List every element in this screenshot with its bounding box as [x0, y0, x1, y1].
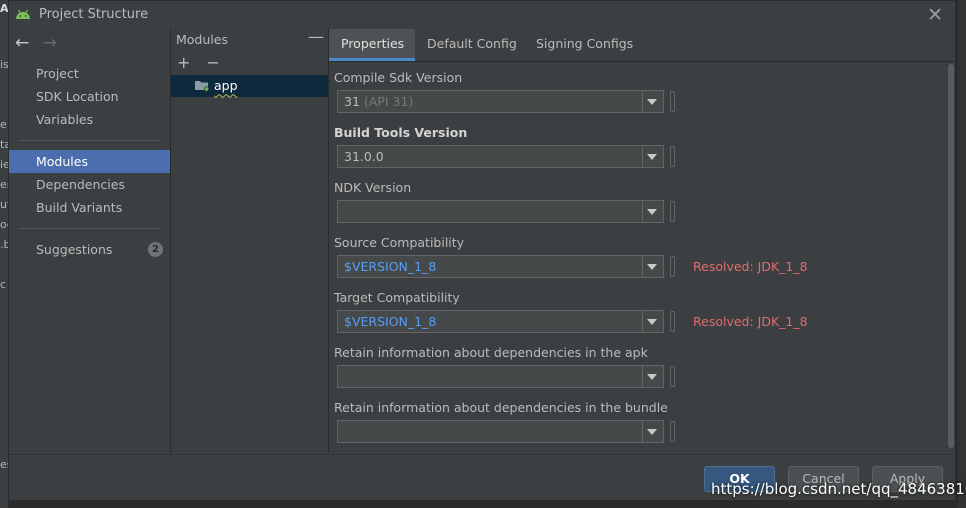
target-compat-label: Target Compatibility: [334, 290, 460, 305]
combo-divider: [642, 256, 643, 277]
combo-divider: [642, 421, 643, 442]
compile-sdk-label: Compile Sdk Version: [334, 70, 463, 85]
expression-button[interactable]: [670, 91, 675, 112]
modules-header: Modules —: [176, 27, 328, 49]
expression-button[interactable]: [670, 311, 675, 332]
module-item-app[interactable]: app: [171, 75, 328, 97]
scrollbar-thumb[interactable]: [948, 64, 954, 448]
tab-default-config[interactable]: Default Config: [415, 29, 529, 61]
title-bar: Project Structure ✕: [9, 1, 955, 29]
target-compat-combo[interactable]: $VERSION_1_8: [337, 310, 664, 333]
build-tools-label: Build Tools Version: [334, 125, 468, 140]
back-arrow-icon[interactable]: ←: [15, 33, 29, 53]
collapse-icon[interactable]: —: [308, 27, 324, 46]
module-folder-icon: [195, 79, 210, 95]
module-label: app: [214, 78, 238, 93]
ndk-label: NDK Version: [334, 180, 412, 195]
combo-value: 31.0.0: [344, 149, 384, 164]
combo-value: $VERSION_1_8: [344, 314, 437, 329]
nav-arrows: ← →: [15, 33, 65, 53]
ide-background-right: [958, 0, 966, 508]
retain-apk-combo[interactable]: [337, 365, 664, 388]
modules-panel: Modules — + − app: [171, 27, 329, 453]
expression-button[interactable]: [670, 146, 675, 167]
expression-button[interactable]: [670, 256, 675, 277]
suggestions-count-badge: 2: [148, 242, 163, 257]
android-icon: [15, 8, 31, 23]
sidebar-item-label: Suggestions: [36, 242, 113, 257]
chevron-down-icon[interactable]: [647, 374, 657, 380]
modules-title: Modules: [176, 32, 228, 47]
close-icon[interactable]: ✕: [927, 4, 943, 26]
properties-form: Compile Sdk Version 31 (API 31) Build To…: [329, 62, 955, 453]
window-title: Project Structure: [39, 7, 149, 22]
combo-value-text: 31: [344, 94, 360, 109]
combo-value: 31 (API 31): [344, 94, 413, 109]
sidebar-item-modules[interactable]: Modules: [9, 150, 170, 173]
retain-bundle-label: Retain information about dependencies in…: [334, 400, 668, 415]
module-settings: Properties Default Config Signing Config…: [329, 29, 955, 453]
compile-sdk-combo[interactable]: 31 (API 31): [337, 90, 664, 113]
project-structure-dialog: Project Structure ✕ ← → Project SDK Loca…: [8, 0, 956, 500]
ndk-combo[interactable]: [337, 200, 664, 223]
combo-divider: [642, 311, 643, 332]
sidebar-item-dependencies[interactable]: Dependencies: [9, 173, 170, 196]
retain-apk-label: Retain information about dependencies in…: [334, 345, 648, 360]
ide-background-left: A is e ta ie er ut oe .b c es: [0, 0, 14, 508]
chevron-down-icon[interactable]: [647, 154, 657, 160]
sidebar-divider: [19, 140, 159, 141]
chevron-down-icon[interactable]: [647, 429, 657, 435]
expression-button[interactable]: [670, 421, 675, 442]
source-compat-combo[interactable]: $VERSION_1_8: [337, 255, 664, 278]
sidebar-item-suggestions[interactable]: Suggestions 2: [9, 238, 170, 261]
expression-button[interactable]: [670, 201, 675, 222]
combo-divider: [642, 201, 643, 222]
remove-module-icon[interactable]: −: [207, 53, 220, 72]
target-compat-resolved: Resolved: JDK_1_8: [693, 314, 808, 329]
tab-bar: Properties Default Config Signing Config…: [329, 29, 955, 62]
chevron-down-icon[interactable]: [647, 99, 657, 105]
sidebar-divider: [19, 228, 159, 229]
expression-button[interactable]: [670, 366, 675, 387]
chevron-down-icon[interactable]: [647, 264, 657, 270]
watermark-text: https://blog.csdn.net/qq_48463810: [711, 480, 966, 498]
sidebar-item-project[interactable]: Project: [9, 62, 170, 85]
sidebar-item-sdk-location[interactable]: SDK Location: [9, 85, 170, 108]
chevron-down-icon[interactable]: [647, 319, 657, 325]
sidebar-item-build-variants[interactable]: Build Variants: [9, 196, 170, 219]
forward-arrow-icon[interactable]: →: [43, 33, 57, 53]
ide-text-fragment: e: [0, 118, 7, 131]
build-tools-combo[interactable]: 31.0.0: [337, 145, 664, 168]
source-compat-label: Source Compatibility: [334, 235, 465, 250]
modules-toolbar: + −: [177, 53, 231, 72]
retain-bundle-combo[interactable]: [337, 420, 664, 443]
source-compat-resolved: Resolved: JDK_1_8: [693, 259, 808, 274]
combo-value: $VERSION_1_8: [344, 259, 437, 274]
tab-properties[interactable]: Properties: [329, 29, 415, 61]
combo-divider: [642, 91, 643, 112]
ide-text-fragment: c: [0, 278, 7, 291]
add-module-icon[interactable]: +: [177, 53, 190, 72]
combo-divider: [642, 366, 643, 387]
chevron-down-icon[interactable]: [647, 209, 657, 215]
sidebar-item-variables[interactable]: Variables: [9, 108, 170, 131]
tab-signing-configs[interactable]: Signing Configs: [524, 29, 645, 61]
combo-divider: [642, 146, 643, 167]
sidebar: ← → Project SDK Location Variables Modul…: [9, 29, 171, 453]
combo-value-hint: (API 31): [363, 94, 414, 109]
